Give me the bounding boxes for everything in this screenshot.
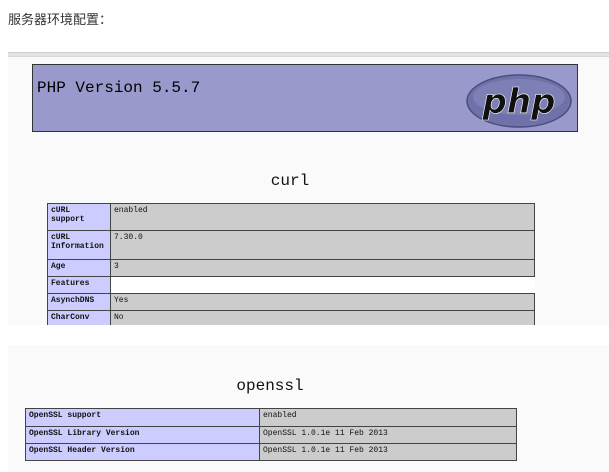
row-label: Age [47,259,111,277]
row-value: Yes [110,293,535,311]
row-label: cURL support [47,203,111,231]
row-label: OpenSSL Library Version [25,426,260,444]
table-row: Features [47,276,535,294]
row-label: OpenSSL support [25,408,260,427]
table-row: OpenSSL support enabled [25,408,517,427]
row-label: cURL Information [47,230,111,260]
row-value: enabled [110,203,535,231]
curl-table: cURL support enabled cURL Information 7.30… [47,203,535,325]
row-value: 7.30.0 [110,230,535,260]
table-row: AsynchDNS Yes [47,293,535,311]
php-logo-icon: php [466,74,572,128]
row-label: CharConv [47,310,111,325]
php-version-header: PHP Version 5.5.7 php [32,64,578,132]
row-value: OpenSSL 1.0.1e 11 Feb 2013 [259,443,517,461]
table-row: OpenSSL Header Version OpenSSL 1.0.1e 11 … [25,443,517,461]
openssl-section-title: openssl [236,377,304,395]
row-label: Features [47,276,111,294]
table-row: cURL Information 7.30.0 [47,230,535,260]
row-value: enabled [259,408,517,427]
row-value: OpenSSL 1.0.1e 11 Feb 2013 [259,426,517,444]
row-value: No [110,310,535,325]
openssl-table: OpenSSL support enabled OpenSSL Library V… [25,408,517,461]
table-row: OpenSSL Library Version OpenSSL 1.0.1e 11… [25,426,517,444]
intro-text: 服务器环境配置： [8,13,113,28]
svg-text:php: php [482,82,556,122]
curl-section-title: curl [270,172,310,190]
table-row: cURL support enabled [47,203,535,231]
table-row: Age 3 [47,259,535,277]
row-label: OpenSSL Header Version [25,443,260,461]
php-version-title: PHP Version 5.5.7 [37,79,201,97]
curl-table-clip: cURL support enabled cURL Information 7.30… [47,203,535,325]
table-row: CharConv No [47,310,535,325]
row-value [110,276,535,294]
row-value: 3 [110,259,535,277]
row-label: AsynchDNS [47,293,111,311]
